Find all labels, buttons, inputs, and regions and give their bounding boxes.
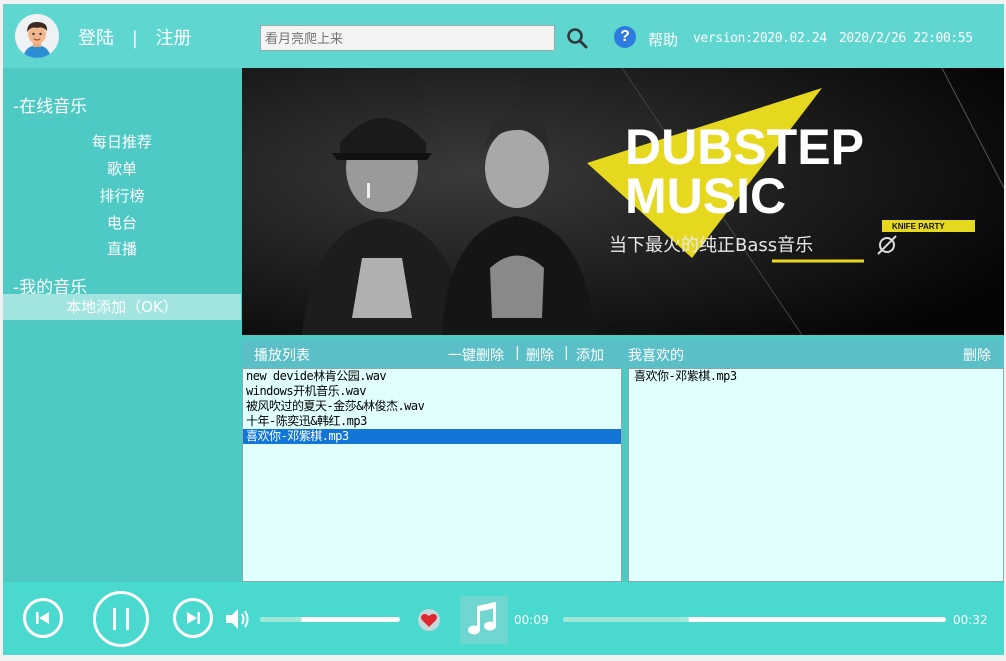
favorites-list[interactable]: 喜欢你-邓紫棋.mp3 (628, 368, 1004, 582)
login-link[interactable]: 登陆 (78, 28, 114, 49)
list-item[interactable]: 被风吹过的夏天-金莎&林俊杰.wav (243, 399, 621, 414)
favorites-header: 我喜欢的 删除 (623, 340, 1004, 368)
album-cover (460, 596, 508, 644)
search-input[interactable] (260, 25, 555, 51)
progress-slider-fill (563, 617, 690, 622)
pause-icon (113, 608, 129, 630)
playlist-list[interactable]: new devide林肯公园.wav windows开机音乐.wav 被风吹过的… (242, 368, 622, 582)
favorites-delete-button[interactable]: 删除 (963, 345, 991, 365)
playlist-title: 播放列表 (254, 348, 310, 364)
list-item-selected[interactable]: 喜欢你-邓紫棋.mp3 (243, 429, 621, 444)
header-separator: | (564, 345, 569, 361)
banner-tag: KNIFE PARTY (892, 222, 945, 231)
banner[interactable]: DUBSTEP MUSIC KNIFE PARTY 当下最火的纯正Bass音乐 (242, 68, 1004, 335)
player-bar: 00:09 00:32 (3, 582, 1004, 655)
auth-separator: | (131, 28, 138, 49)
list-item[interactable]: 喜欢你-邓紫棋.mp3 (629, 369, 1003, 384)
help-link[interactable]: 帮助 (648, 29, 678, 50)
online-music-title: -在线音乐 (13, 97, 88, 117)
next-button[interactable] (173, 598, 213, 638)
banner-artwork: DUBSTEP MUSIC KNIFE PARTY 当下最火的纯正Bass音乐 (242, 68, 1004, 335)
volume-slider-fill (260, 617, 302, 622)
sidebar: -在线音乐 每日推荐 歌单 排行榜 电台 直播 -我的音乐 本地添加（OK） (3, 68, 241, 582)
playlist-header: 播放列表 一键删除 | 删除 | 添加 (242, 340, 623, 368)
sidebar-item-daily[interactable]: 每日推荐 (3, 131, 241, 152)
total-time: 00:32 (953, 613, 988, 627)
avatar[interactable] (15, 14, 59, 58)
favorites-title: 我喜欢的 (628, 348, 684, 364)
music-note-icon (468, 602, 496, 635)
list-item[interactable]: windows开机音乐.wav (243, 384, 621, 399)
volume-icon (226, 609, 249, 629)
app-window: 登陆 | 注册 ? 帮助 version:2020.02.24 2020/2/2… (3, 4, 1004, 655)
sidebar-item-radio[interactable]: 电台 (3, 212, 241, 233)
clear-all-button[interactable]: 一键删除 (448, 345, 504, 365)
header: 登陆 | 注册 ? 帮助 version:2020.02.24 2020/2/2… (3, 4, 1004, 68)
favorite-button[interactable] (418, 609, 440, 631)
header-separator: | (515, 345, 520, 361)
sidebar-item-playlists[interactable]: 歌单 (3, 158, 241, 179)
search-icon (567, 28, 588, 49)
banner-subtitle: 当下最火的纯正Bass音乐 (609, 235, 813, 256)
sidebar-item-live[interactable]: 直播 (3, 238, 241, 259)
help-icon[interactable]: ? (614, 26, 636, 48)
delete-button[interactable]: 删除 (526, 345, 554, 365)
previous-icon (36, 612, 49, 624)
version-label: version:2020.02.24 (693, 31, 827, 46)
search-button[interactable] (565, 26, 589, 50)
progress-slider[interactable] (563, 617, 946, 622)
current-time: 00:09 (514, 613, 549, 627)
auth-links: 登陆 | 注册 (78, 24, 192, 50)
register-link[interactable]: 注册 (156, 28, 192, 49)
pause-button[interactable] (93, 591, 149, 647)
banner-title-line2: MUSIC (625, 168, 786, 224)
datetime-label: 2020/2/26 22:00:55 (839, 31, 973, 46)
list-item[interactable]: 十年-陈奕迅&韩红.mp3 (243, 414, 621, 429)
previous-button[interactable] (23, 598, 63, 638)
add-button[interactable]: 添加 (576, 345, 604, 365)
avatar-icon (15, 14, 59, 58)
volume-slider[interactable] (260, 617, 400, 622)
volume-button[interactable] (224, 606, 254, 632)
list-item[interactable]: new devide林肯公园.wav (243, 369, 621, 384)
heart-icon (421, 613, 437, 627)
banner-title-line1: DUBSTEP (625, 119, 864, 175)
sidebar-item-local-add[interactable]: 本地添加（OK） (3, 294, 241, 320)
sidebar-item-charts[interactable]: 排行榜 (3, 185, 241, 206)
next-icon (187, 612, 200, 624)
